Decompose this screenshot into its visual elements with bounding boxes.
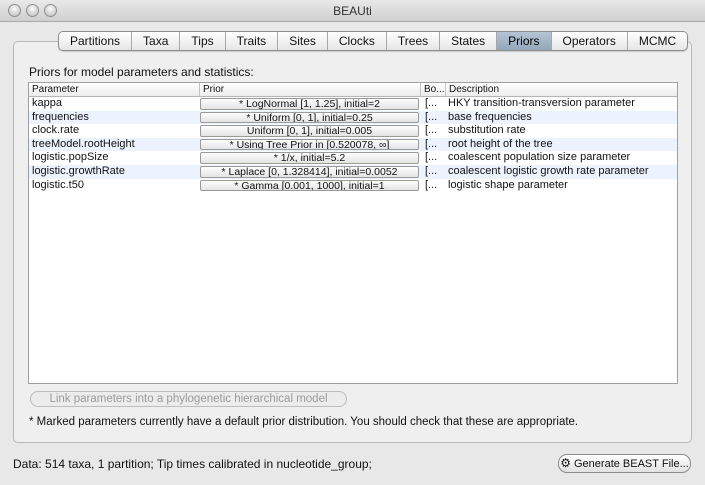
tab-traits[interactable]: Traits [226,32,279,50]
bound-cell: [... [425,178,438,191]
window-title: BEAUti [333,4,372,18]
tab-operators[interactable]: Operators [552,32,628,50]
gear-icon: ⚙ [560,456,571,470]
parameter-cell: clock.rate [32,124,80,137]
column-header-bound[interactable]: Bo... [421,83,446,97]
generate-button-label: Generate BEAST File... [574,458,689,470]
bound-cell: [... [425,164,438,177]
bound-cell: [... [425,110,438,123]
table-row[interactable]: logistic.popSize * 1/x, initial=5.2 [...… [29,151,677,165]
parameter-cell: kappa [32,97,62,109]
parameter-cell: treeModel.rootHeight [32,137,135,150]
tab-partitions[interactable]: Partitions [59,32,133,50]
bound-cell: [... [425,137,438,150]
title-bar: BEAUti [0,0,705,22]
bound-cell: [... [425,124,438,137]
prior-button[interactable]: * Laplace [0, 1.328414], initial=0.0052 [200,165,419,178]
table-row[interactable]: kappa * LogNormal [1, 1.25], initial=2 [… [29,97,677,111]
bound-cell: [... [425,151,438,164]
prior-button[interactable]: * 1/x, initial=5.2 [200,152,419,164]
description-cell: root height of the tree [448,137,553,150]
default-prior-footnote: * Marked parameters currently have a def… [29,416,579,428]
description-cell: base frequencies [448,110,532,123]
parameter-cell: logistic.popSize [32,151,109,164]
priors-heading: Priors for model parameters and statisti… [29,65,254,79]
tab-tips[interactable]: Tips [180,32,226,50]
tab-trees[interactable]: Trees [387,32,441,50]
priors-table: Parameter Prior Bo... Description kappa … [28,82,678,384]
table-row[interactable]: logistic.t50 * Gamma [0.001, 1000], init… [29,179,677,193]
prior-button[interactable]: * Uniform [0, 1], initial=0.25 [200,111,419,124]
tab-states[interactable]: States [440,32,498,50]
description-cell: coalescent logistic growth rate paramete… [448,164,649,177]
table-row[interactable]: logistic.growthRate * Laplace [0, 1.3284… [29,164,677,179]
tab-bar: Partitions Taxa Tips Traits Sites Clocks… [58,31,689,51]
bound-cell: [... [425,97,438,109]
description-cell: logistic shape parameter [448,178,568,191]
prior-button[interactable]: Uniform [0, 1], initial=0.005 [200,125,419,137]
column-header-prior[interactable]: Prior [200,83,421,97]
table-row[interactable]: frequencies * Uniform [0, 1], initial=0.… [29,110,677,125]
tab-mcmc[interactable]: MCMC [628,32,687,50]
table-row[interactable]: treeModel.rootHeight * Using Tree Prior … [29,137,677,152]
prior-button[interactable]: * LogNormal [1, 1.25], initial=2 [200,98,419,110]
column-header-description[interactable]: Description [446,83,677,97]
parameter-cell: frequencies [32,110,89,123]
tab-clocks[interactable]: Clocks [328,32,387,50]
parameter-cell: logistic.growthRate [32,164,125,177]
status-text: Data: 514 taxa, 1 partition; Tip times c… [13,457,372,471]
tab-priors[interactable]: Priors [497,32,552,50]
tab-taxa[interactable]: Taxa [132,32,181,50]
column-header-parameter[interactable]: Parameter [29,83,200,97]
tab-sites[interactable]: Sites [278,32,328,50]
link-parameters-button[interactable]: Link parameters into a phylogenetic hier… [30,391,347,407]
prior-button[interactable]: * Gamma [0.001, 1000], initial=1 [200,179,419,192]
table-header: Parameter Prior Bo... Description [29,83,677,97]
description-cell: substitution rate [448,124,526,137]
parameter-cell: logistic.t50 [32,178,84,191]
table-row[interactable]: clock.rate Uniform [0, 1], initial=0.005… [29,124,677,138]
description-cell: coalescent population size parameter [448,151,631,164]
description-cell: HKY transition-transversion parameter [448,97,635,109]
generate-beast-file-button[interactable]: ⚙ Generate BEAST File... [558,454,691,473]
prior-button[interactable]: * Using Tree Prior in [0.520078, ∞] [200,138,419,151]
